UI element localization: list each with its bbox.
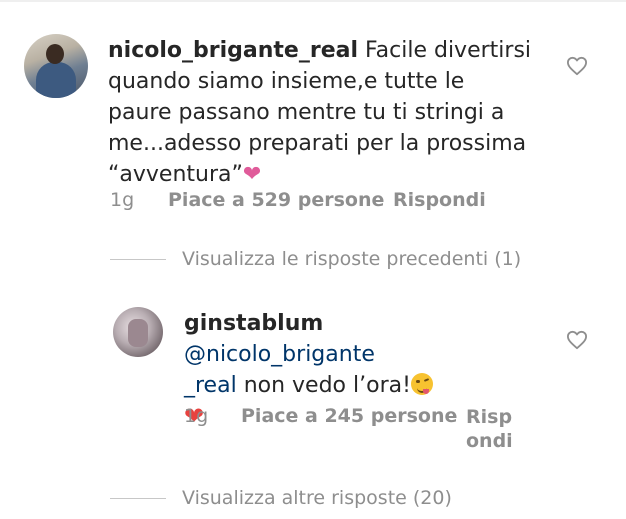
reply-time: 1g [184, 405, 209, 427]
comment-text-line4: me...adesso preparati per la prossima [108, 131, 527, 156]
reply-text-body: non vedo l’ora! [236, 373, 411, 398]
divider-line [110, 498, 166, 499]
comment-text-line5: “avventura” [108, 162, 243, 187]
comment-text-line3: paure passano mentre tu ti stringi a [108, 100, 505, 125]
divider-line [110, 259, 166, 260]
comment-text-line2: quando siamo insieme,e tutte le [108, 69, 465, 94]
avatar[interactable] [24, 34, 88, 98]
comment-text-line1: Facile divertirsi [365, 38, 532, 63]
like-heart-icon[interactable] [566, 56, 588, 76]
comment-likes[interactable]: Piace a 529 persone [168, 189, 384, 211]
reply-button-line1: Risp [466, 406, 513, 428]
winking-tongue-emoji-icon [410, 373, 433, 395]
avatar-figure [36, 62, 76, 98]
mention-link[interactable]: @nicolo_brigante [184, 342, 375, 367]
reply-like-heart-icon[interactable] [566, 330, 588, 350]
pink-heart-emoji: ❤ [242, 162, 262, 187]
top-divider [0, 0, 626, 2]
reply-avatar[interactable] [113, 307, 163, 357]
comment-meta: 1g [110, 189, 134, 211]
avatar-figure-head [46, 44, 64, 64]
reply-button[interactable]: Rispondi [393, 189, 486, 211]
comment-time: 1g [110, 189, 135, 211]
mention-link-continued[interactable]: _real [184, 373, 237, 398]
reply-button-line2: ondi [466, 430, 513, 452]
reply-reply-button[interactable]: Risp ondi [466, 405, 513, 453]
reply-likes[interactable]: Piace a 245 persone [241, 405, 457, 427]
view-previous-replies-link[interactable]: Visualizza le risposte precedenti (1) [182, 248, 521, 270]
reply-username[interactable]: ginstablum [184, 311, 323, 336]
reply-meta: 1g [184, 405, 208, 427]
reply-avatar-figure [128, 319, 148, 347]
comment-username[interactable]: nicolo_brigante_real [108, 38, 358, 63]
comment-text: nicolo_brigante_real Facile divertirsi q… [108, 35, 548, 190]
view-more-replies-link[interactable]: Visualizza altre risposte (20) [182, 487, 452, 509]
